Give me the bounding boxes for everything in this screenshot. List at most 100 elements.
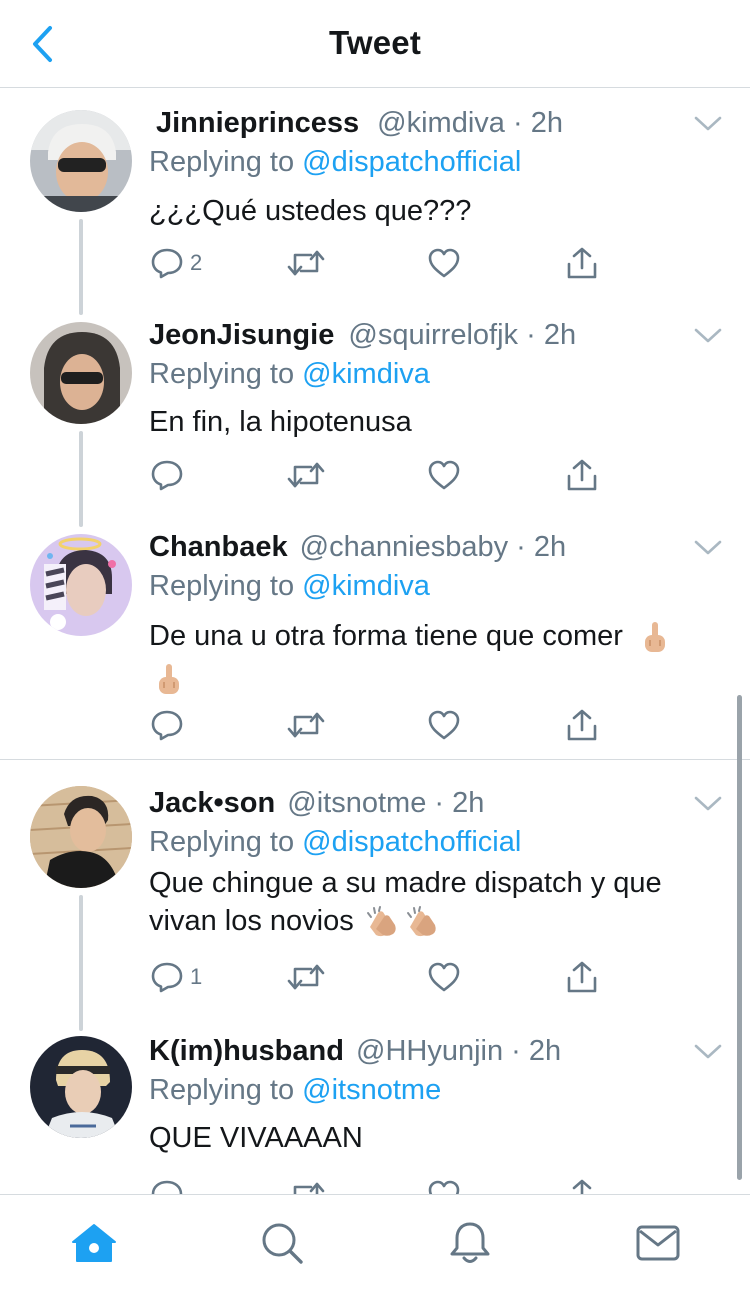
retweet-icon — [287, 964, 325, 990]
avatar[interactable] — [30, 1036, 132, 1138]
display-name[interactable]: Chanbaek — [149, 531, 288, 563]
like-button[interactable] — [427, 1177, 461, 1194]
chevron-down-icon[interactable] — [694, 794, 722, 814]
like-button[interactable] — [427, 959, 461, 995]
heart-icon — [428, 248, 460, 278]
display-name[interactable]: JeonJisungie — [149, 319, 334, 351]
tweet[interactable]: JeonJisungie @squirrelofjk · 2h Replying… — [0, 295, 750, 523]
chevron-down-icon[interactable] — [694, 1042, 722, 1062]
tweet[interactable]: K(im)husband @HHyunjin · 2h Replying to … — [0, 1009, 750, 1194]
clapping-hands-emoji-icon — [406, 906, 436, 937]
notifications-icon — [450, 1222, 490, 1263]
replying-to-link[interactable]: @kimdiva — [302, 570, 430, 602]
timestamp[interactable]: 2h — [534, 531, 566, 563]
replying-to-link[interactable]: @itsnotme — [302, 1074, 441, 1106]
display-name[interactable]: K(im)husband — [149, 1035, 344, 1067]
chevron-down-icon[interactable] — [694, 538, 722, 558]
retweet-button[interactable] — [287, 457, 325, 493]
like-button[interactable] — [427, 457, 461, 493]
middle-finger-emoji-icon — [645, 622, 665, 653]
avatar[interactable] — [30, 322, 132, 424]
share-icon — [567, 247, 597, 279]
bottom-tab-bar — [0, 1194, 750, 1294]
share-icon — [567, 459, 597, 491]
separator: · — [503, 1035, 529, 1067]
heart-icon — [428, 1180, 460, 1194]
share-button[interactable] — [565, 245, 599, 281]
avatar[interactable] — [30, 786, 132, 888]
retweet-button[interactable] — [287, 245, 325, 281]
timestamp[interactable]: 2h — [452, 787, 484, 819]
replying-to: Replying to @itsnotme — [149, 1073, 441, 1107]
replying-to-link[interactable]: @dispatchofficial — [302, 146, 521, 178]
user-handle[interactable]: @HHyunjin — [356, 1035, 503, 1067]
reply-button[interactable] — [150, 457, 190, 493]
avatar[interactable] — [30, 534, 132, 636]
share-button[interactable] — [565, 707, 599, 743]
reply-button[interactable] — [150, 707, 190, 743]
display-name[interactable]: Jinnieprincess — [156, 107, 359, 139]
replying-prefix: Replying to — [149, 826, 303, 858]
reply-button[interactable] — [150, 1177, 190, 1194]
tweet-text: De una u otra forma tiene que comer — [149, 615, 719, 699]
replying-to-link[interactable]: @kimdiva — [302, 358, 430, 390]
thread-line — [79, 507, 83, 527]
reply-count: 1 — [190, 964, 203, 989]
tweet[interactable]: Jack•son @itsnotme · 2h Replying to @dis… — [0, 765, 750, 1025]
reply-button[interactable]: 2 — [150, 245, 202, 281]
replying-to-link[interactable]: @dispatchofficial — [302, 826, 521, 858]
timestamp[interactable]: 2h — [529, 1035, 561, 1067]
replying-prefix: Replying to — [149, 1074, 303, 1106]
retweet-button[interactable] — [287, 1177, 325, 1194]
user-handle[interactable]: @itsnotme — [287, 787, 426, 819]
retweet-button[interactable] — [287, 959, 325, 995]
middle-finger-emoji-icon — [159, 664, 179, 695]
tweet-header: Jack•son @itsnotme · 2h — [149, 786, 484, 820]
retweet-icon — [287, 712, 325, 738]
like-button[interactable] — [427, 245, 461, 281]
comment-icon — [151, 962, 183, 993]
search-icon — [262, 1223, 303, 1264]
avatar[interactable] — [30, 110, 132, 212]
thread-line — [79, 295, 83, 315]
separator: · — [426, 787, 453, 819]
clapping-hands-emoji-icon — [366, 906, 396, 937]
share-button[interactable] — [565, 457, 599, 493]
tab-home[interactable] — [70, 1219, 118, 1267]
retweet-icon — [287, 250, 325, 276]
like-button[interactable] — [427, 707, 461, 743]
retweet-button[interactable] — [287, 707, 325, 743]
share-button[interactable] — [565, 1177, 599, 1194]
timestamp[interactable]: 2h — [531, 107, 563, 139]
share-icon — [572, 1179, 592, 1194]
tab-notifications[interactable] — [446, 1219, 494, 1267]
tweet-text: Que chingue a su madre dispatch y que vi… — [149, 864, 709, 940]
display-name[interactable]: Jack•son — [149, 787, 275, 819]
chevron-down-icon[interactable] — [694, 326, 722, 346]
page-title: Tweet — [328, 24, 422, 61]
tab-search[interactable] — [258, 1219, 306, 1267]
tweet[interactable]: Chanbaek @channiesbaby · 2h Replying to … — [0, 507, 750, 760]
timestamp[interactable]: 2h — [544, 319, 576, 351]
chevron-down-icon[interactable] — [694, 114, 722, 134]
share-icon — [567, 709, 597, 741]
comment-icon — [151, 248, 183, 279]
scrollbar[interactable] — [737, 695, 742, 1180]
tweet[interactable]: Jinnieprincess @kimdiva · 2h Replying to… — [0, 89, 750, 311]
share-icon — [567, 961, 597, 993]
heart-icon — [428, 710, 460, 740]
tweet-text-content: De una u otra forma tiene que comer — [149, 620, 623, 652]
comment-icon — [151, 710, 183, 741]
user-handle[interactable]: @squirrelofjk — [348, 319, 518, 351]
home-icon — [72, 1224, 116, 1262]
reply-feed[interactable]: Jinnieprincess @kimdiva · 2h Replying to… — [0, 89, 750, 1194]
replying-to: Replying to @dispatchofficial — [149, 825, 521, 859]
user-handle[interactable]: @kimdiva — [377, 107, 505, 139]
share-button[interactable] — [565, 959, 599, 995]
reply-count: 2 — [190, 250, 203, 275]
messages-icon — [636, 1225, 680, 1261]
tweet-text: ¿¿¿Qué ustedes que??? — [149, 195, 472, 227]
tab-messages[interactable] — [634, 1219, 682, 1267]
reply-button[interactable]: 1 — [150, 959, 202, 995]
user-handle[interactable]: @channiesbaby — [300, 531, 508, 563]
